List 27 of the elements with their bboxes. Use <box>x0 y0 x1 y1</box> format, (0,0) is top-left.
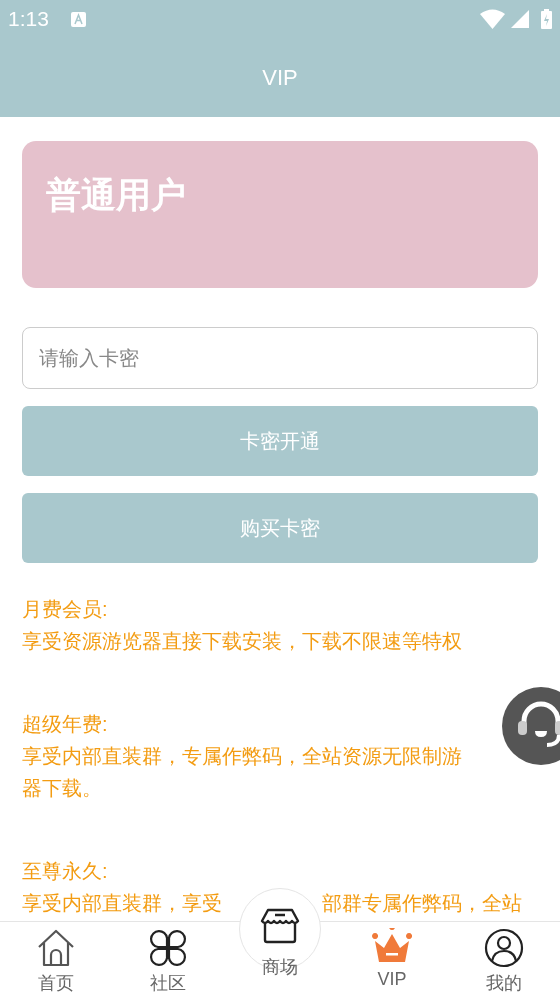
wifi-icon <box>480 9 505 29</box>
plan-title: 月费会员: <box>22 597 109 622</box>
shop-icon <box>260 908 300 944</box>
crown-icon <box>372 928 412 964</box>
card-code-field[interactable]: 请输入卡密 <box>22 327 538 389</box>
plan-description: 器下载。 <box>22 776 102 801</box>
user-icon <box>484 928 524 968</box>
nav-tab[interactable]: 社区 <box>112 922 224 1007</box>
plan-description: 享受资源游览器直接下载安装，下载不限速等特权 <box>22 629 462 654</box>
plan-description: 享受内部直装群，享受 <box>22 891 222 916</box>
plan-title: 至尊永久: <box>22 859 109 884</box>
plan-description: 享受内部直装群，专属作弊码，全站资源无限制游 <box>22 744 462 769</box>
nav-tab[interactable]: 商场 <box>239 888 321 1007</box>
customer-service-button[interactable] <box>502 687 560 765</box>
member-level: 普通用户 <box>46 175 186 214</box>
nav-tab[interactable]: 我的 <box>448 922 560 1007</box>
clover-icon <box>148 928 188 968</box>
plan-description: 部群专属作弊码，全站 <box>322 891 522 916</box>
home-icon <box>36 928 76 968</box>
nav-tab[interactable]: 首页 <box>0 922 112 1007</box>
page-title: VIP <box>262 64 298 92</box>
plan-title: 超级年费: <box>22 712 109 737</box>
status-time: 1:13 <box>8 6 49 33</box>
signal-icon <box>511 10 529 28</box>
keyboard-icon <box>70 11 86 27</box>
nav-tab[interactable]: VIP <box>336 922 448 1007</box>
battery-icon <box>541 9 552 29</box>
